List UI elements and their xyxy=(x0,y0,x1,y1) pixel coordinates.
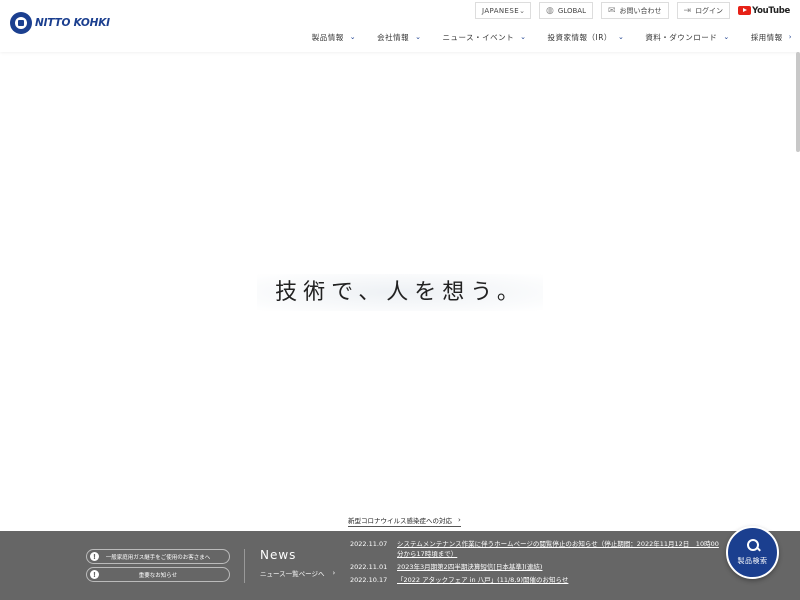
news-band: ! 一般家庭用ガス継手をご使用のお客さまへ ! 重要なお知らせ News ニュー… xyxy=(0,531,800,600)
alert-label: 重要なお知らせ xyxy=(138,572,178,579)
news-list-link-label: ニュース一覧ページへ xyxy=(260,570,325,578)
chevron-right-icon: › xyxy=(458,516,461,524)
chevron-down-icon: ⌄ xyxy=(617,33,625,41)
search-icon xyxy=(746,539,759,551)
important-notice-button[interactable]: ! 重要なお知らせ xyxy=(86,567,230,582)
product-search-button[interactable]: 製品検索 xyxy=(726,526,779,579)
nav-item-downloads[interactable]: 資料・ダウンロード ⌄ xyxy=(645,31,729,43)
chevron-down-icon: ⌄ xyxy=(723,33,730,41)
news-item: 2022.10.17 「2022 アタックフェア in 八戸」(11/8,9)開… xyxy=(350,575,720,585)
nav-item-news[interactable]: ニュース・イベント ⌄ xyxy=(443,31,527,43)
alert-label: 一般家庭用ガス継手をご使用のお客さまへ xyxy=(105,554,211,561)
news-title-link[interactable]: システムメンテナンス作業に伴うホームページの閲覧停止のお知らせ（停止期間：202… xyxy=(397,539,720,559)
nav-label: ニュース・イベント xyxy=(442,32,515,42)
news-title-link[interactable]: 「2022 アタックフェア in 八戸」(11/8,9)開催のお知らせ xyxy=(397,575,568,585)
login-label: ログイン xyxy=(695,6,724,15)
covid-notice-link[interactable]: 新型コロナウイルス感染症への対応 › xyxy=(348,515,461,527)
news-list-link[interactable]: ニュース一覧ページへ › xyxy=(260,568,335,578)
news-item: 2022.11.07 システムメンテナンス作業に伴うホームページの閲覧停止のお知… xyxy=(350,539,720,559)
login-button[interactable]: ⇥ ログイン xyxy=(676,2,731,19)
hero-tagline-text: 技術で、人を想う。 xyxy=(257,274,543,311)
nav-label: 会社情報 xyxy=(377,32,410,42)
login-icon: ⇥ xyxy=(683,5,692,16)
logo-mark-icon xyxy=(10,12,32,34)
nav-item-recruit[interactable]: 採用情報 › xyxy=(751,31,792,43)
product-search-label: 製品検索 xyxy=(737,557,768,565)
news-heading: News xyxy=(260,548,297,562)
site-header: NITTO KOHKI JAPANESE ⌄ ◍ GLOBAL ✉ お問い合わせ… xyxy=(0,0,800,52)
youtube-link[interactable]: YouTube xyxy=(738,6,790,16)
nav-label: 製品情報 xyxy=(311,32,344,42)
news-item: 2022.11.01 2023年3月期第2四半期決算短信[日本基準](連結) xyxy=(350,562,720,572)
hero-tagline: 技術で、人を想う。 xyxy=(0,274,800,311)
nav-item-products[interactable]: 製品情報 ⌄ xyxy=(312,31,356,43)
news-title-link[interactable]: 2023年3月期第2四半期決算短信[日本基準](連結) xyxy=(397,562,542,572)
news-date: 2022.11.07 xyxy=(350,540,388,548)
scrollbar[interactable] xyxy=(796,52,800,152)
chevron-right-icon: › xyxy=(332,569,336,577)
divider xyxy=(244,549,245,583)
youtube-icon xyxy=(738,6,752,15)
chevron-down-icon: ⌄ xyxy=(349,33,357,41)
covid-notice-label: 新型コロナウイルス感染症への対応 xyxy=(348,517,452,525)
nav-label: 採用情報 xyxy=(750,32,783,42)
language-select[interactable]: JAPANESE ⌄ xyxy=(475,2,532,19)
youtube-label: YouTube xyxy=(752,5,790,16)
logo[interactable]: NITTO KOHKI xyxy=(10,12,110,34)
chevron-down-icon: ⌄ xyxy=(519,6,526,15)
logo-text: NITTO KOHKI xyxy=(35,17,110,29)
page: NITTO KOHKI JAPANESE ⌄ ◍ GLOBAL ✉ お問い合わせ… xyxy=(0,0,800,600)
nav-item-company[interactable]: 会社情報 ⌄ xyxy=(377,31,421,43)
gas-coupling-alert-button[interactable]: ! 一般家庭用ガス継手をご使用のお客さまへ xyxy=(86,549,230,564)
news-date: 2022.11.01 xyxy=(350,563,388,571)
language-label: JAPANESE xyxy=(482,6,520,15)
chevron-right-icon: › xyxy=(788,33,792,41)
chevron-down-icon: ⌄ xyxy=(520,33,527,41)
news-date: 2022.10.17 xyxy=(350,576,388,584)
main-nav: 製品情報 ⌄ 会社情報 ⌄ ニュース・イベント ⌄ 投資家情報（IR） ⌄ 資料・ダウン… xyxy=(312,31,800,43)
nav-label: 資料・ダウンロード xyxy=(645,32,718,42)
nav-item-ir[interactable]: 投資家情報（IR） ⌄ xyxy=(548,31,625,43)
chevron-down-icon: ⌄ xyxy=(415,33,422,41)
nav-label: 投資家情報（IR） xyxy=(547,32,612,42)
news-list: 2022.11.07 システムメンテナンス作業に伴うホームページの閲覧停止のお知… xyxy=(350,539,720,588)
global-label: GLOBAL xyxy=(557,6,586,15)
mail-icon: ✉ xyxy=(607,5,616,16)
exclamation-icon: ! xyxy=(90,570,99,579)
exclamation-icon: ! xyxy=(90,552,99,561)
globe-icon: ◍ xyxy=(546,5,554,16)
global-button[interactable]: ◍ GLOBAL xyxy=(539,2,593,19)
utility-bar: JAPANESE ⌄ ◍ GLOBAL ✉ お問い合わせ ⇥ ログイン YouT… xyxy=(467,2,790,19)
contact-button[interactable]: ✉ お問い合わせ xyxy=(600,2,669,19)
contact-label: お問い合わせ xyxy=(619,6,662,15)
